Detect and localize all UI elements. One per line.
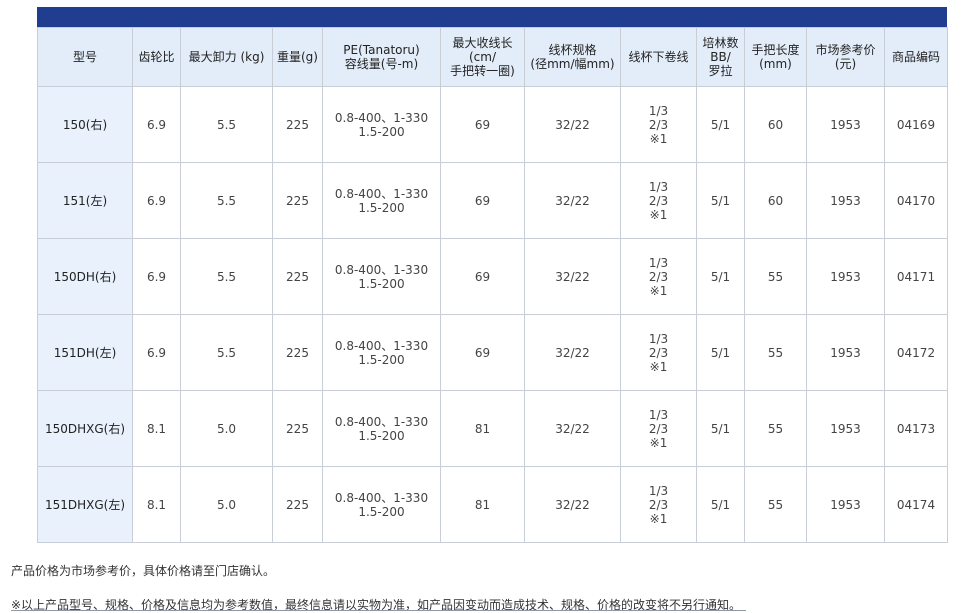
cell-product-code: 04170 — [884, 162, 948, 239]
cell-model: 150DHXG(右) — [37, 390, 133, 467]
cell-weight: 225 — [272, 162, 323, 239]
table-row: 150(右) 6.9 5.5 225 0.8-400、1-330 1.5-200… — [37, 86, 948, 163]
cell-handle-length: 55 — [744, 390, 807, 467]
cell-line-capacity: 0.8-400、1-330 1.5-200 — [322, 86, 441, 163]
cell-model: 151DH(左) — [37, 314, 133, 391]
cell-handle-length: 55 — [744, 238, 807, 315]
cell-max-drag: 5.0 — [180, 466, 273, 543]
cell-bearings: 5/1 — [696, 238, 745, 315]
cell-product-code: 04169 — [884, 86, 948, 163]
col-header-bearings: 培林数 BB/ 罗拉 — [696, 27, 745, 87]
col-header-spool-underline: 线杯下卷线 — [620, 27, 697, 87]
cell-max-drag: 5.5 — [180, 86, 273, 163]
table-row: 151DH(左) 6.9 5.5 225 0.8-400、1-330 1.5-2… — [37, 314, 948, 391]
table-row: 150DHXG(右) 8.1 5.0 225 0.8-400、1-330 1.5… — [37, 390, 948, 467]
cell-spool-underline: 1/3 2/3 ※1 — [620, 86, 697, 163]
cell-handle-length: 60 — [744, 86, 807, 163]
col-header-max-drag: 最大卸力 (kg) — [180, 27, 273, 87]
cell-spool-size: 32/22 — [524, 466, 621, 543]
cell-bearings: 5/1 — [696, 86, 745, 163]
cell-price: 1953 — [806, 466, 885, 543]
cell-price: 1953 — [806, 162, 885, 239]
col-header-price: 市场参考价 (元) — [806, 27, 885, 87]
cell-retrieve: 69 — [440, 314, 525, 391]
cell-gear-ratio: 8.1 — [132, 390, 181, 467]
cell-weight: 225 — [272, 466, 323, 543]
spec-table: 型号 齿轮比 最大卸力 (kg) 重量(g) PE(Tanatoru) 容线量(… — [37, 27, 948, 543]
cell-spool-size: 32/22 — [524, 390, 621, 467]
cell-gear-ratio: 6.9 — [132, 314, 181, 391]
cell-line-capacity: 0.8-400、1-330 1.5-200 — [322, 238, 441, 315]
col-header-spool-size: 线杯规格 (径mm/幅mm) — [524, 27, 621, 87]
cell-bearings: 5/1 — [696, 466, 745, 543]
cell-product-code: 04171 — [884, 238, 948, 315]
price-note: 产品价格为市场参考价，具体价格请至门店确认。 — [11, 564, 276, 578]
cell-price: 1953 — [806, 314, 885, 391]
cell-gear-ratio: 6.9 — [132, 86, 181, 163]
cell-retrieve: 69 — [440, 86, 525, 163]
cell-max-drag: 5.5 — [180, 238, 273, 315]
col-header-handle-length: 手把长度 (mm) — [744, 27, 807, 87]
cell-max-drag: 5.5 — [180, 162, 273, 239]
cell-weight: 225 — [272, 86, 323, 163]
cell-line-capacity: 0.8-400、1-330 1.5-200 — [322, 162, 441, 239]
cell-spool-underline: 1/3 2/3 ※1 — [620, 390, 697, 467]
cell-spool-underline: 1/3 2/3 ※1 — [620, 162, 697, 239]
cell-handle-length: 55 — [744, 314, 807, 391]
cell-weight: 225 — [272, 314, 323, 391]
cell-line-capacity: 0.8-400、1-330 1.5-200 — [322, 466, 441, 543]
table-row: 150DH(右) 6.9 5.5 225 0.8-400、1-330 1.5-2… — [37, 238, 948, 315]
cell-handle-length: 55 — [744, 466, 807, 543]
cell-spool-underline: 1/3 2/3 ※1 — [620, 466, 697, 543]
cell-spool-size: 32/22 — [524, 86, 621, 163]
table-row: 151(左) 6.9 5.5 225 0.8-400、1-330 1.5-200… — [37, 162, 948, 239]
cell-spool-underline: 1/3 2/3 ※1 — [620, 238, 697, 315]
cell-bearings: 5/1 — [696, 162, 745, 239]
cell-bearings: 5/1 — [696, 314, 745, 391]
cell-weight: 225 — [272, 390, 323, 467]
table-title-bar — [37, 7, 947, 27]
cell-model: 151DHXG(左) — [37, 466, 133, 543]
cell-line-capacity: 0.8-400、1-330 1.5-200 — [322, 390, 441, 467]
cell-gear-ratio: 8.1 — [132, 466, 181, 543]
cell-retrieve: 81 — [440, 466, 525, 543]
cell-price: 1953 — [806, 86, 885, 163]
cell-retrieve: 81 — [440, 390, 525, 467]
col-header-model: 型号 — [37, 27, 133, 87]
table-row: 151DHXG(左) 8.1 5.0 225 0.8-400、1-330 1.5… — [37, 466, 948, 543]
cell-handle-length: 60 — [744, 162, 807, 239]
cell-gear-ratio: 6.9 — [132, 238, 181, 315]
cell-product-code: 04174 — [884, 466, 948, 543]
cell-price: 1953 — [806, 238, 885, 315]
cell-bearings: 5/1 — [696, 390, 745, 467]
cell-weight: 225 — [272, 238, 323, 315]
cell-spool-size: 32/22 — [524, 238, 621, 315]
cell-spool-size: 32/22 — [524, 314, 621, 391]
cell-max-drag: 5.5 — [180, 314, 273, 391]
cell-product-code: 04172 — [884, 314, 948, 391]
table-header-row: 型号 齿轮比 最大卸力 (kg) 重量(g) PE(Tanatoru) 容线量(… — [37, 27, 948, 87]
cell-model: 150DH(右) — [37, 238, 133, 315]
cell-retrieve: 69 — [440, 238, 525, 315]
col-header-weight: 重量(g) — [272, 27, 323, 87]
col-header-product-code: 商品编码 — [884, 27, 948, 87]
cell-line-capacity: 0.8-400、1-330 1.5-200 — [322, 314, 441, 391]
disclaimer-underline — [11, 610, 746, 611]
cell-model: 151(左) — [37, 162, 133, 239]
cell-price: 1953 — [806, 390, 885, 467]
cell-product-code: 04173 — [884, 390, 948, 467]
col-header-gear-ratio: 齿轮比 — [132, 27, 181, 87]
cell-max-drag: 5.0 — [180, 390, 273, 467]
cell-retrieve: 69 — [440, 162, 525, 239]
col-header-line-capacity: PE(Tanatoru) 容线量(号-m) — [322, 27, 441, 87]
cell-gear-ratio: 6.9 — [132, 162, 181, 239]
cell-model: 150(右) — [37, 86, 133, 163]
cell-spool-size: 32/22 — [524, 162, 621, 239]
cell-spool-underline: 1/3 2/3 ※1 — [620, 314, 697, 391]
col-header-retrieve: 最大收线长 (cm/ 手把转一圈) — [440, 27, 525, 87]
